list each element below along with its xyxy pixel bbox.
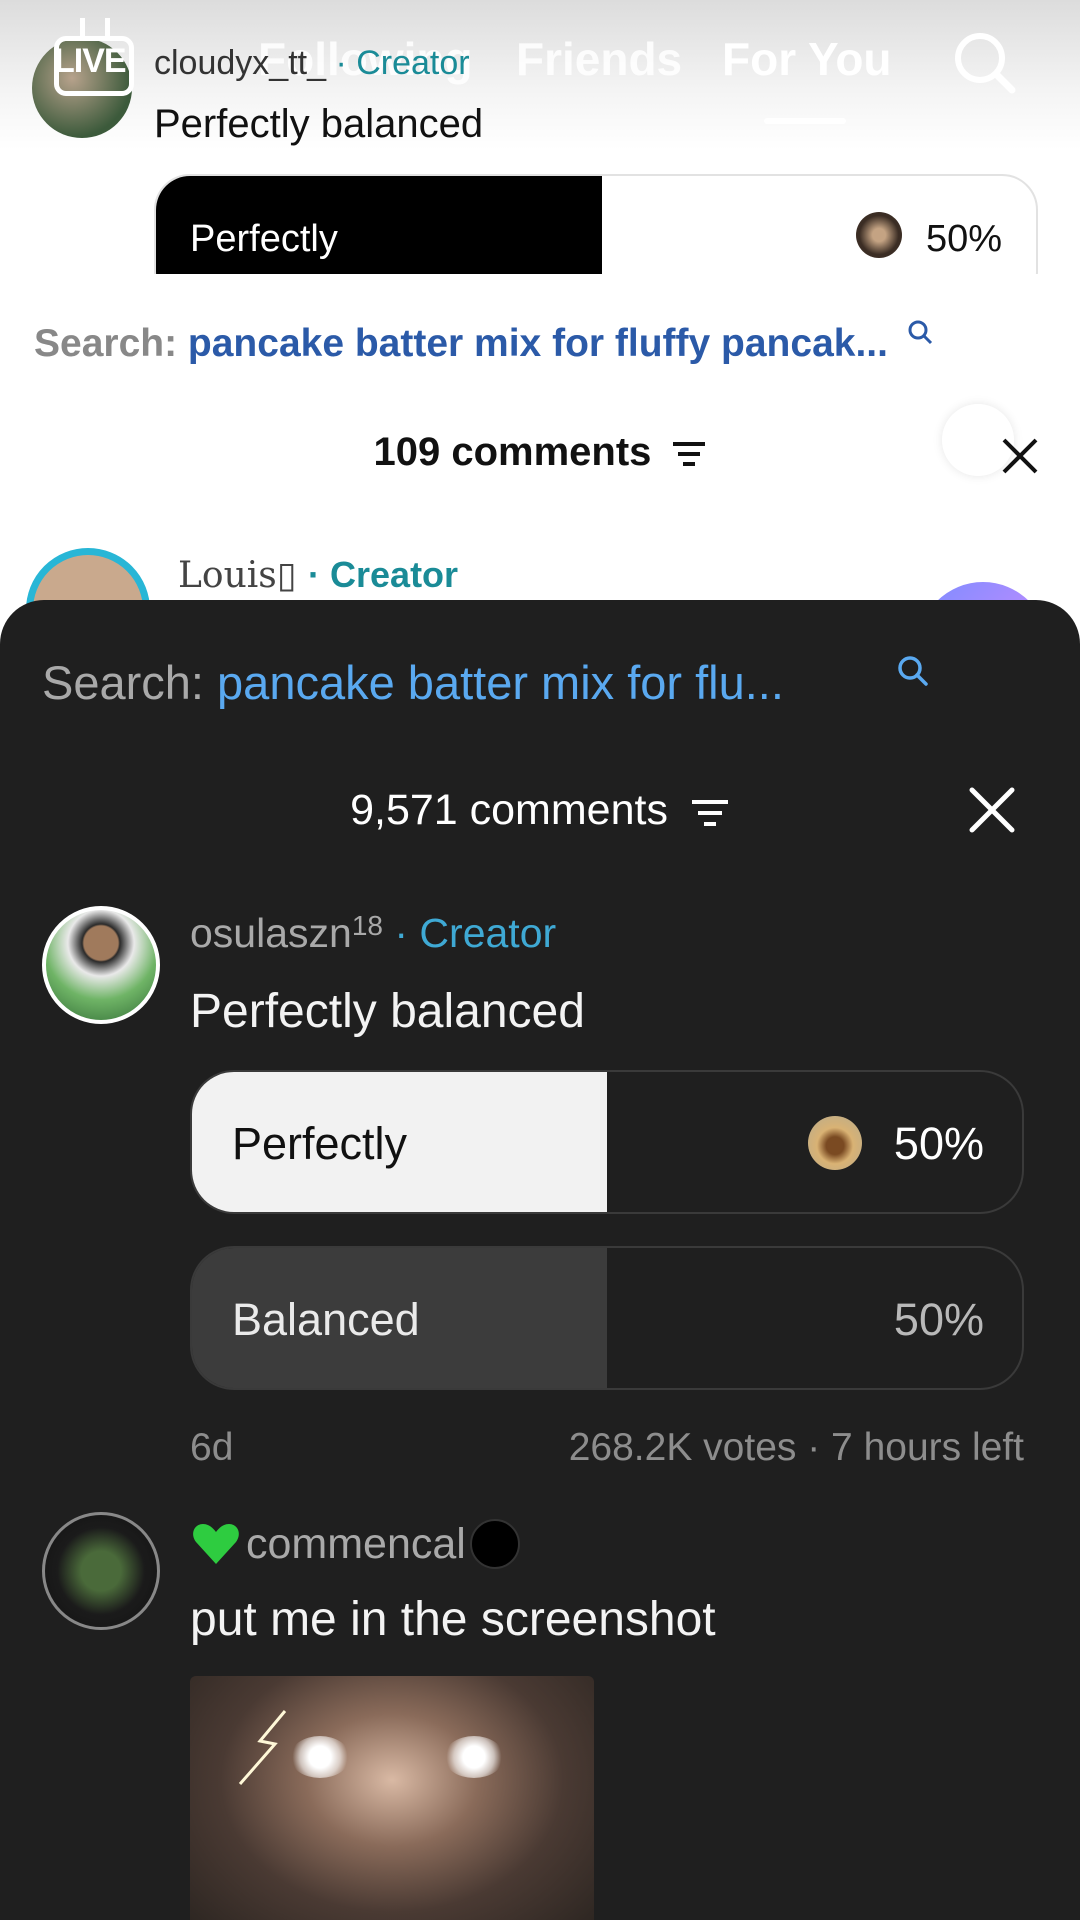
background-comment-text: Perfectly balanced	[154, 102, 484, 146]
tab-for-you[interactable]: For You	[722, 32, 892, 86]
background-user2-creator-tag: · Creator	[308, 554, 459, 595]
green-heart-icon	[193, 1524, 239, 1564]
lightning-icon	[238, 1710, 287, 1785]
search-label: Search:	[42, 656, 204, 709]
comments-header: 9,571 comments	[0, 786, 1080, 835]
search-mini-icon	[908, 320, 933, 345]
avatar[interactable]	[42, 1512, 160, 1630]
search-icon[interactable]	[950, 28, 1020, 98]
comment-author[interactable]: commencal	[190, 1518, 520, 1570]
background-search-suggestion[interactable]: Search: pancake batter mix for fluffy pa…	[34, 322, 888, 366]
poll-option-percent: 50%	[893, 1294, 984, 1345]
poll-option-label: Perfectly	[232, 1118, 408, 1169]
search-query-link[interactable]: pancake batter mix for flu...	[217, 656, 784, 709]
background-close-icon[interactable]	[998, 434, 1042, 478]
glowing-eye-left	[290, 1736, 350, 1778]
black-circle-icon	[469, 1519, 520, 1569]
poll-option-perfectly[interactable]: Perfectly 50%	[190, 1070, 1024, 1214]
background-username[interactable]: cloudyx_tt_ · Creator	[154, 44, 470, 83]
comment-image[interactable]	[190, 1676, 594, 1920]
background-user2[interactable]: Louis▯ · Creator	[178, 554, 458, 596]
comment-author-name[interactable]: commencal	[246, 1520, 466, 1569]
background-user2-name[interactable]: Louis▯	[178, 555, 297, 596]
glowing-eye-right	[444, 1736, 504, 1778]
avatar[interactable]	[42, 906, 160, 1024]
filter-icon[interactable]	[671, 439, 707, 469]
tab-friends[interactable]: Friends	[516, 32, 682, 86]
comment-text: Perfectly balanced	[190, 985, 585, 1038]
background-creator-tag: · Creator	[335, 44, 470, 82]
poll-option-label: Balanced	[232, 1294, 420, 1345]
background-poll-voter-avatar	[856, 212, 902, 258]
comment-age: 6d	[190, 1426, 234, 1469]
comment-author[interactable]: osulaszn18 · Creator	[190, 910, 556, 957]
sort-filter-icon[interactable]	[690, 797, 730, 829]
live-badge[interactable]: LIVE	[54, 42, 127, 81]
search-suggestion[interactable]: Search: pancake batter mix for flu...	[42, 655, 784, 710]
background-search-query[interactable]: pancake batter mix for fluffy pancak...	[188, 322, 888, 365]
tab-active-indicator	[764, 118, 846, 124]
background-search-label: Search:	[34, 322, 178, 365]
comments-count: 9,571 comments	[350, 786, 668, 834]
comment-author-superscript: 18	[351, 910, 383, 941]
background-username-text[interactable]: cloudyx_tt_	[154, 44, 326, 82]
background-poll-percent: 50%	[926, 218, 1003, 260]
close-icon[interactable]	[966, 784, 1018, 836]
search-small-icon[interactable]	[896, 654, 930, 688]
background-comments-count: 109 comments	[373, 430, 652, 474]
creator-badge: · Creator	[394, 910, 557, 956]
poll-option-percent: 50%	[893, 1118, 984, 1169]
comments-sheet: Search: pancake batter mix for flu... 9,…	[0, 600, 1080, 1920]
background-feed: LIVE Following Friends For You cloudyx_t…	[0, 0, 1080, 620]
comment-text: put me in the screenshot	[190, 1593, 716, 1646]
comment-author-name[interactable]: osulaszn	[190, 910, 352, 956]
poll-voter-avatar	[808, 1116, 862, 1170]
poll-votes-info: 268.2K votes · 7 hours left	[568, 1426, 1024, 1469]
poll-option-balanced[interactable]: Balanced 50%	[190, 1246, 1024, 1390]
background-comments-header: 109 comments	[0, 430, 1080, 475]
background-poll-label: Perfectly	[190, 218, 338, 260]
